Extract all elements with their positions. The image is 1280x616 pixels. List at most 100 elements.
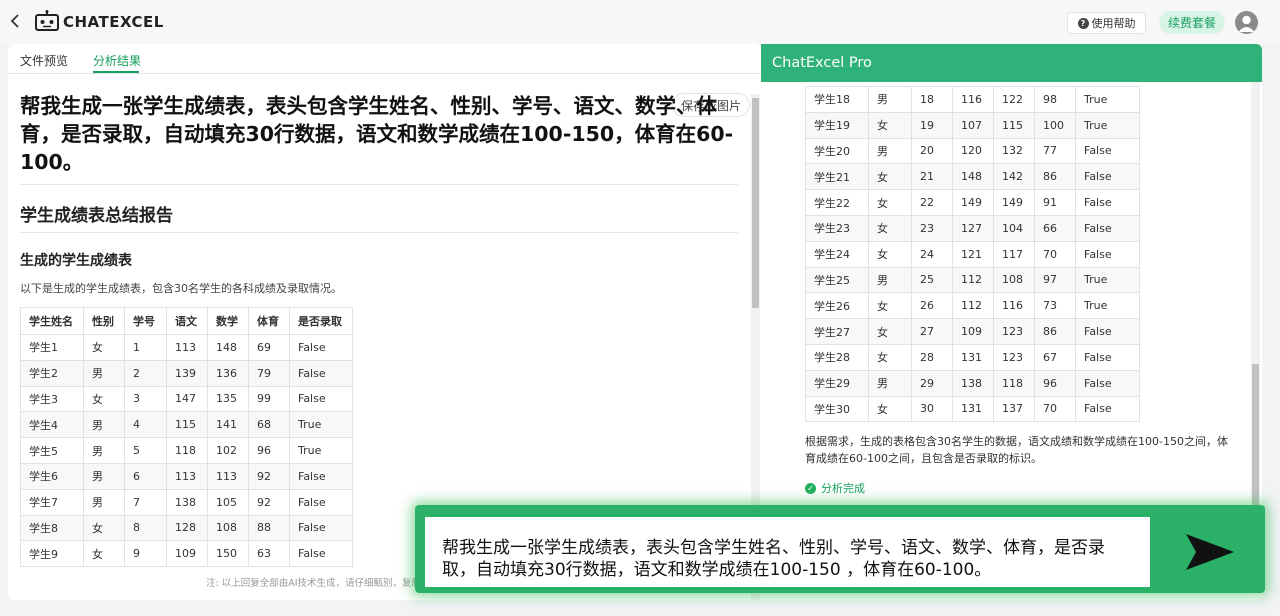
report-title: 学生成绩表总结报告 [20, 206, 173, 226]
table-cell: True [1075, 86, 1140, 113]
table-cell: 女 [83, 514, 125, 542]
table-cell: 男 [868, 86, 912, 113]
renew-plan-button[interactable]: 续费套餐 [1159, 11, 1225, 34]
send-button[interactable] [1160, 517, 1260, 587]
table-cell: 99 [248, 385, 290, 413]
table-row: 学生23 女 23 127 104 66 False [805, 214, 1140, 242]
user-avatar[interactable] [1235, 11, 1258, 34]
table-cell: 73 [1034, 292, 1076, 320]
table-cell: 109 [952, 318, 994, 345]
table-cell: 学生25 [805, 266, 869, 294]
table-cell: 141 [207, 411, 249, 439]
table-cell: 128 [166, 514, 208, 542]
table-cell: 147 [166, 385, 208, 413]
active-tab-indicator [93, 71, 139, 73]
table-header-row: 学生姓名 性别 学号 语文 数学 体育 是否录取 [20, 307, 353, 335]
table-row: 学生6 男 6 113 113 92 False [20, 462, 353, 490]
tab-analysis-result[interactable]: 分析结果 [93, 52, 141, 69]
table-cell: 112 [952, 292, 994, 320]
table-cell: 23 [911, 214, 953, 242]
table-row: 学生4 男 4 115 141 68 True [20, 411, 353, 439]
table-row: 学生8 女 8 128 108 88 False [20, 514, 353, 542]
table-cell: 109 [166, 540, 208, 568]
table-cell: False [1075, 343, 1140, 371]
table-cell: False [1075, 189, 1140, 216]
table-cell: 24 [911, 240, 953, 268]
table-row: 学生27 女 27 109 123 86 False [805, 318, 1140, 345]
table-cell: True [1075, 266, 1140, 294]
table-cell: 27 [911, 318, 953, 345]
table-cell: 96 [248, 437, 290, 464]
table-cell: 女 [868, 318, 912, 345]
table-cell: False [1075, 240, 1140, 268]
table-cell: 113 [207, 462, 249, 490]
table-cell: 女 [868, 214, 912, 242]
table-cell: 学生23 [805, 214, 869, 242]
back-arrow-icon[interactable] [8, 11, 22, 31]
table-cell: 115 [166, 411, 208, 439]
table-cell: 8 [124, 514, 167, 542]
table-cell: False [1075, 369, 1140, 397]
table-cell: 女 [868, 189, 912, 216]
table-cell: 学生21 [805, 163, 869, 191]
table-cell: 136 [207, 359, 249, 387]
table-cell: 学生26 [805, 292, 869, 320]
table-cell: 100 [1034, 111, 1076, 139]
table-cell: 116 [993, 292, 1035, 320]
table-row: 学生1 女 1 113 148 69 False [20, 334, 353, 361]
table-cell: 女 [868, 292, 912, 320]
table-cell: 1 [124, 334, 167, 361]
table-row: 学生5 男 5 118 102 96 True [20, 437, 353, 464]
table-cell: 148 [207, 334, 249, 361]
table-row: 学生25 男 25 112 108 97 True [805, 266, 1140, 294]
table-cell: 21 [911, 163, 953, 191]
table-cell: 学生7 [20, 488, 84, 516]
table-cell: 男 [83, 359, 125, 387]
table-cell: 67 [1034, 343, 1076, 371]
check-circle-icon: ✓ [805, 482, 816, 494]
table-cell: 学生30 [805, 395, 869, 423]
table-cell: 学生4 [20, 411, 84, 439]
table-cell: True [289, 437, 353, 464]
table-cell: 138 [166, 488, 208, 516]
table-cell: 学生19 [805, 111, 869, 139]
table-cell: 男 [868, 266, 912, 294]
chat-input[interactable]: 帮我生成一张学生成绩表，表头包含学生姓名、性别、学号、语文、数学、体育，是否录取… [425, 517, 1150, 587]
table-cell: 66 [1034, 214, 1076, 242]
table-cell: 女 [868, 395, 912, 423]
table-row: 学生20 男 20 120 132 77 False [805, 137, 1140, 165]
table-cell: 学生29 [805, 369, 869, 397]
help-button[interactable]: ? 使用帮助 [1067, 12, 1146, 34]
table-cell: False [1075, 214, 1140, 242]
table-cell: True [289, 411, 353, 439]
tab-file-preview[interactable]: 文件预览 [20, 52, 68, 69]
table-cell: 男 [83, 437, 125, 464]
table-cell: 男 [83, 488, 125, 516]
table-cell: 104 [993, 214, 1035, 242]
table-cell: False [289, 540, 353, 568]
chat-panel-title: ChatExcel Pro [761, 44, 1262, 82]
table-cell: 学生8 [20, 514, 84, 542]
table-cell: 男 [83, 411, 125, 439]
ai-disclaimer: 注: 以上回复全部由AI技术生成，请仔细甄别，复制 [206, 578, 422, 589]
table-cell: 150 [207, 540, 249, 568]
analysis-status: ✓ 分析完成 [805, 480, 865, 496]
table-cell: 107 [952, 111, 994, 139]
table-cell: 6 [124, 462, 167, 490]
table-cell: 102 [207, 437, 249, 464]
table-cell: 96 [1034, 369, 1076, 397]
table-cell: 29 [911, 369, 953, 397]
right-scrollbar[interactable] [1251, 82, 1260, 538]
table-cell: 113 [166, 462, 208, 490]
divider [20, 232, 738, 233]
table-cell: 98 [1034, 86, 1076, 113]
table-cell: 9 [124, 540, 167, 568]
table-cell: 70 [1034, 395, 1076, 423]
table-cell: 男 [868, 369, 912, 397]
table-cell: 学生2 [20, 359, 84, 387]
scrollbar-thumb[interactable] [752, 98, 759, 308]
top-bar: CHATEXCEL ? 使用帮助 续费套餐 [0, 0, 1280, 44]
table-cell: False [1075, 137, 1140, 165]
table-cell: False [1075, 163, 1140, 191]
table-cell: 79 [248, 359, 290, 387]
